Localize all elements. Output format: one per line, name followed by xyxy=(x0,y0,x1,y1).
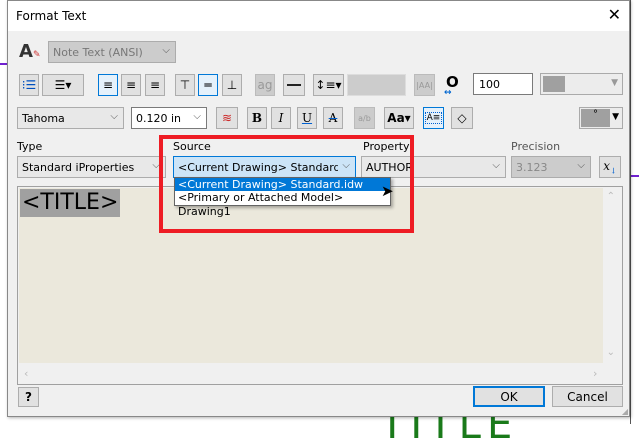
line-spacing-value xyxy=(347,74,406,96)
scroll-left-icon[interactable]: ‹ xyxy=(24,367,28,380)
bold-label: B xyxy=(251,111,263,125)
bullet-list-icon: ⁝☰ xyxy=(21,78,37,92)
type-value: Standard iProperties xyxy=(22,160,135,174)
type-label: Type xyxy=(17,140,43,153)
text-box-icon: A≡ xyxy=(424,112,443,124)
numbered-list-icon: ☰▾ xyxy=(54,78,72,92)
insert-parameter-button[interactable]: x↓ xyxy=(599,156,621,178)
align-left-button[interactable]: ≡ xyxy=(98,74,118,96)
valign-middle-icon: ═ xyxy=(204,78,212,92)
text-style-select: Note Text (ANSI) ⌵ xyxy=(48,41,176,63)
line-spacing-icon: ↕≡▾ xyxy=(315,78,342,92)
precision-select: 3.123 ⌵ xyxy=(511,156,591,178)
fraction-icon: a/b xyxy=(358,113,371,123)
precision-label: Precision xyxy=(511,140,561,153)
font-size-value: 0.120 in xyxy=(136,111,182,125)
align-right-button[interactable]: ≡ xyxy=(145,74,165,96)
symbol-value: ° xyxy=(581,109,610,127)
ok-button[interactable]: OK xyxy=(473,386,545,407)
chevron-down-icon: ⌵ xyxy=(577,160,585,171)
italic-label: I xyxy=(278,111,284,125)
numbered-list-button[interactable]: ☰▾ xyxy=(42,74,84,96)
italic-button[interactable]: I xyxy=(271,107,291,129)
type-select[interactable]: Standard iProperties ⌵ xyxy=(17,156,166,178)
width-scale-icon: O ↔ xyxy=(444,73,459,98)
format-text-dialog: Format Text ✕ A✎ Note Text (ANSI) ⌵ ⁝☰ ☰▾… xyxy=(7,0,630,417)
cancel-button[interactable]: Cancel xyxy=(552,386,623,407)
char-spacing-button: |AA| xyxy=(414,74,435,96)
case-icon: Aa▾ xyxy=(387,111,411,125)
valign-top-icon: ⊤ xyxy=(179,78,191,92)
precision-value: 3.123 xyxy=(516,160,548,174)
resize-grip-icon[interactable]: ◢ xyxy=(622,407,628,416)
chevron-down-icon: ⌵ xyxy=(110,111,118,122)
align-right-icon: ≡ xyxy=(149,78,161,92)
valign-bottom-icon: ⊥ xyxy=(226,78,238,92)
bold-button[interactable]: B xyxy=(247,107,267,129)
highlight-box xyxy=(159,135,414,233)
text-color-select[interactable]: ▼ xyxy=(540,73,623,95)
drawing-line xyxy=(630,175,639,177)
dropdown-arrow-icon: ▼ xyxy=(611,78,618,88)
help-icon: ? xyxy=(25,390,32,404)
align-center-icon: ≡ xyxy=(125,78,137,92)
fill-bucket-icon: ◇ xyxy=(457,111,467,125)
underline-label: U xyxy=(301,111,313,125)
text-style-icon: A✎ xyxy=(19,41,41,62)
scroll-right-icon[interactable]: › xyxy=(593,367,597,380)
valign-bottom-button[interactable]: ⊥ xyxy=(222,74,242,96)
baseline-button: ag xyxy=(255,74,275,96)
line-button[interactable] xyxy=(283,74,305,96)
valign-middle-button[interactable]: ═ xyxy=(198,74,218,96)
text-style-value: Note Text (ANSI) xyxy=(53,45,143,59)
align-left-icon: ≡ xyxy=(102,78,114,92)
help-button[interactable]: ? xyxy=(18,387,39,407)
line-spacing-button[interactable]: ↕≡▾ xyxy=(313,74,344,96)
baseline-icon: ag xyxy=(257,78,273,92)
scroll-down-icon[interactable]: ⌄ xyxy=(607,347,615,358)
stack-button[interactable]: ≋ xyxy=(216,107,238,129)
drawing-border xyxy=(630,0,631,424)
symbol-select[interactable]: ° ▼ xyxy=(579,107,623,129)
fraction-button: a/b xyxy=(354,107,375,129)
stack-icon: ≋ xyxy=(221,111,233,125)
insert-parameter-icon: x↓ xyxy=(603,158,617,176)
cancel-label: Cancel xyxy=(567,389,608,404)
font-select[interactable]: Tahoma ⌵ xyxy=(17,107,124,129)
width-scale-input[interactable] xyxy=(473,73,533,95)
chevron-down-icon: ⌵ xyxy=(193,111,201,122)
font-size-select[interactable]: 0.120 in ⌵ xyxy=(131,107,207,129)
title-bar: Format Text ✕ xyxy=(8,1,629,31)
chevron-down-icon: ⌵ xyxy=(162,45,170,56)
underline-button[interactable]: U xyxy=(297,107,317,129)
editor-text: <TITLE> xyxy=(20,189,121,217)
case-button[interactable]: Aa▾ xyxy=(384,107,414,129)
align-center-button[interactable]: ≡ xyxy=(121,74,141,96)
font-value: Tahoma xyxy=(22,111,65,125)
char-spacing-icon: |AA| xyxy=(416,80,433,90)
scroll-up-icon[interactable]: ⌃ xyxy=(607,191,615,202)
fill-button[interactable]: ◇ xyxy=(451,107,473,129)
strikethrough-label: A xyxy=(328,111,338,125)
close-icon[interactable]: ✕ xyxy=(608,5,621,24)
line-icon xyxy=(287,84,301,86)
dialog-title: Format Text xyxy=(16,9,87,23)
chevron-down-icon: ⌵ xyxy=(492,160,500,171)
valign-top-button[interactable]: ⊤ xyxy=(175,74,195,96)
bullet-list-button[interactable]: ⁝☰ xyxy=(19,74,39,96)
dropdown-arrow-icon: ▼ xyxy=(612,112,619,122)
ok-label: OK xyxy=(500,389,518,404)
strikethrough-button[interactable]: A xyxy=(323,107,343,129)
text-box-button[interactable]: A≡ xyxy=(423,107,444,129)
